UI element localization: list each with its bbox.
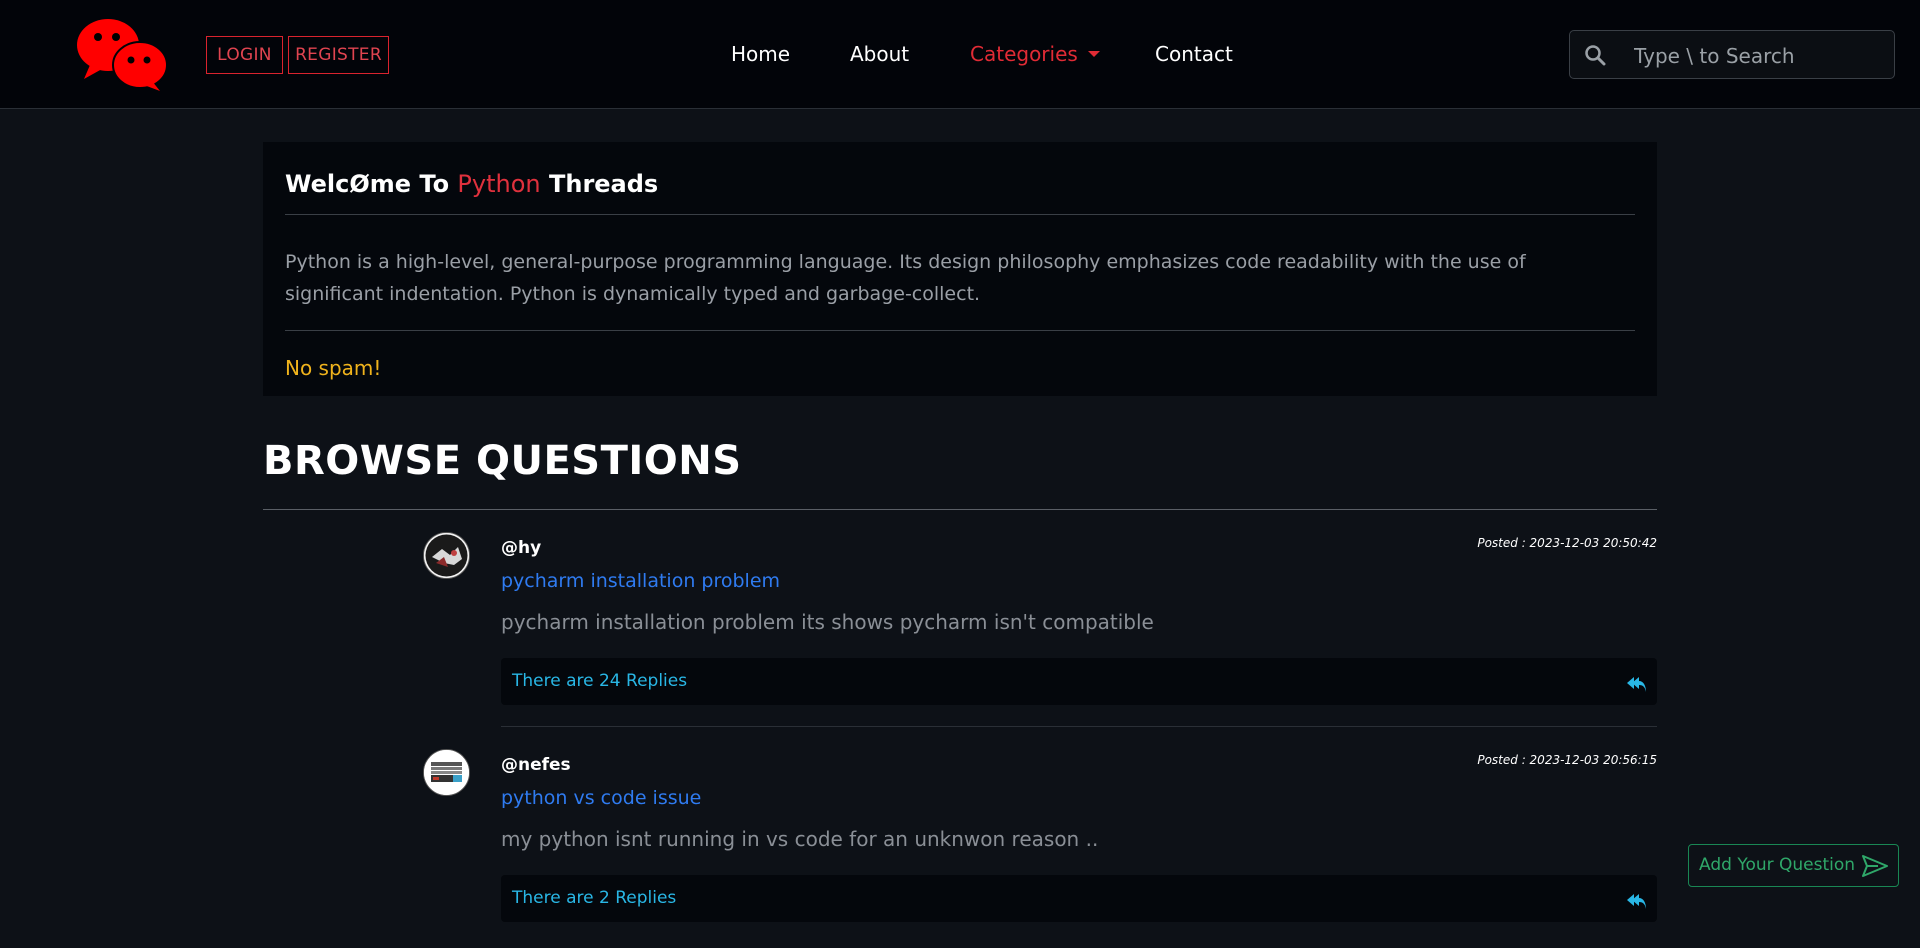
replies-count: There are 24 Replies [512,671,688,691]
send-icon [1862,855,1888,877]
welcome-title-prefix: WelcØme To [285,170,458,198]
welcome-card: WelcØme To Python Threads Python is a hi… [263,142,1657,396]
add-question-label: Add Your Question [1699,855,1856,875]
nav-categories-dropdown[interactable]: Categories [970,42,1100,66]
question-posted-date: Posted : 2023-12-03 20:50:42 [1477,536,1657,550]
search-box [1569,30,1895,79]
nav-home-link[interactable]: Home [731,42,790,66]
replies-bar[interactable]: There are 2 Replies [501,875,1657,922]
navbar: LOGIN REGISTER Home About Categories Con… [0,0,1920,109]
add-question-button[interactable]: Add Your Question [1688,844,1899,887]
nav-contact-link[interactable]: Contact [1155,42,1233,66]
search-icon [1585,45,1606,66]
divider [285,214,1635,215]
reply-all-icon[interactable] [1625,672,1647,694]
browse-questions-heading: BROWSE QUESTIONS [263,438,742,484]
reply-all-icon[interactable] [1625,889,1647,911]
replies-bar[interactable]: There are 24 Replies [501,658,1657,705]
nav-categories-label: Categories [970,42,1078,66]
question-description: my python isnt running in vs code for an… [501,827,1099,851]
question-posted-date: Posted : 2023-12-03 20:56:15 [1477,753,1657,767]
welcome-title: WelcØme To Python Threads [285,170,658,198]
question-author[interactable]: @hy [501,538,541,558]
question-title-link[interactable]: pycharm installation problem [501,570,780,592]
no-spam-notice: No spam! [285,356,382,380]
welcome-title-category: Python [457,170,541,198]
avatar [423,749,470,796]
replies-count: There are 2 Replies [512,888,677,908]
nav-about-link[interactable]: About [850,42,909,66]
welcome-title-suffix: Threads [540,170,659,198]
divider [263,509,1657,510]
divider [285,330,1635,331]
divider [501,726,1657,727]
question-description: pycharm installation problem its shows p… [501,610,1154,634]
avatar [423,532,470,579]
category-description: Python is a high-level, general-purpose … [285,251,1526,305]
search-input[interactable] [1632,41,1886,71]
question-title-link[interactable]: python vs code issue [501,787,701,809]
question-author[interactable]: @nefes [501,755,571,775]
caret-down-icon [1087,51,1100,57]
